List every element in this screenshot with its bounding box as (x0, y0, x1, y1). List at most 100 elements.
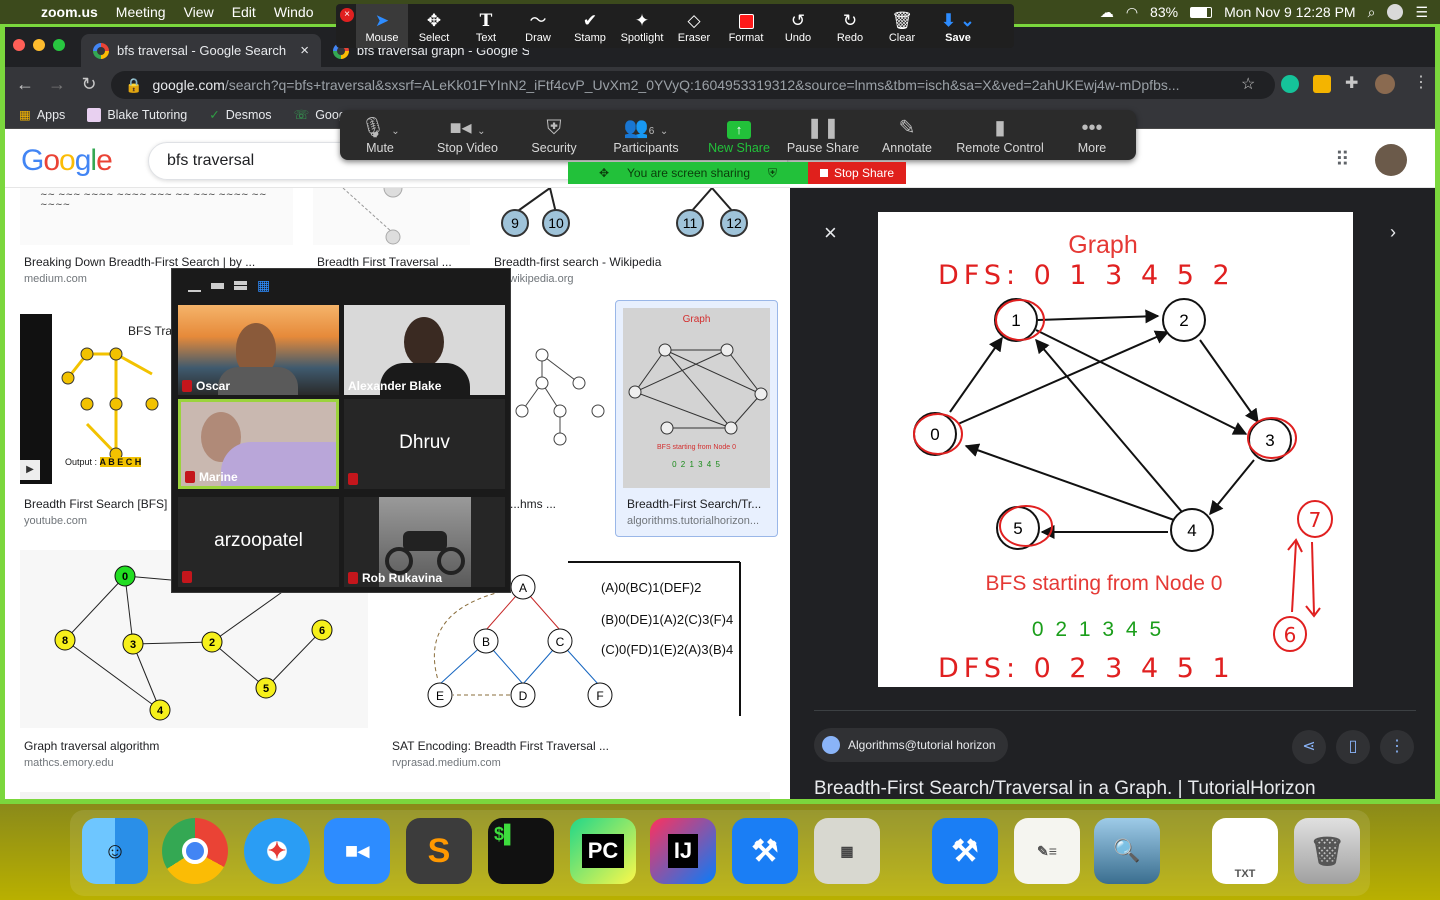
bookmark-icon[interactable]: ▯ (1336, 730, 1370, 764)
video-tile-dhruv[interactable]: Dhruv (344, 399, 505, 489)
result-image-youtube[interactable]: BFS Tra Output : A B E C H ▶ (20, 314, 175, 484)
tool-spotlight[interactable]: ✦ Spotlight (616, 4, 668, 48)
video-tile-oscar[interactable]: Oscar (178, 305, 339, 395)
tool-undo[interactable]: ↺ Undo (772, 4, 824, 48)
mute-button[interactable]: 🎙 ⌄ Mute (340, 110, 420, 160)
remote-control-button[interactable]: ▮ Remote Control (947, 110, 1053, 160)
zoom-window-icon[interactable] (53, 39, 65, 51)
bookmark-blake-tutoring[interactable]: Blake Tutoring (87, 107, 187, 122)
bookmark-star-icon[interactable]: ☆ (1241, 74, 1255, 94)
play-icon[interactable]: ▶ (20, 460, 40, 480)
minimize-window-icon[interactable] (33, 39, 45, 51)
result-image-bft[interactable] (313, 188, 470, 245)
tool-clear[interactable]: 🗑 Clear (876, 4, 928, 48)
stop-share-button[interactable]: Stop Share (808, 162, 906, 184)
tool-save[interactable]: ⬇ ⌄ Save (928, 4, 988, 48)
result-image-wikipedia[interactable]: 9 10 11 12 (490, 188, 770, 245)
share-icon[interactable]: ⋖ (1292, 730, 1326, 764)
stop-video-button[interactable]: ■◂ ⌄ Stop Video (420, 110, 515, 160)
trash-icon[interactable]: 🗑 (1294, 818, 1360, 884)
tool-text[interactable]: T Text (460, 4, 512, 48)
menubar-clock[interactable]: Mon Nov 9 12:28 PM (1224, 4, 1356, 20)
pycharm-icon[interactable]: PC (570, 818, 636, 884)
wifi-icon[interactable]: ◠ (1126, 4, 1138, 21)
tool-format[interactable]: Format (720, 4, 772, 48)
chrome-menu-icon[interactable]: ⋮ (1413, 72, 1429, 92)
extension-icon[interactable] (1313, 75, 1331, 93)
menu-view[interactable]: View (175, 4, 223, 20)
zoom-icon[interactable]: ■◂ (324, 818, 390, 884)
result-title[interactable]: SAT Encoding: Breadth First Traversal ..… (392, 739, 767, 753)
sharing-status[interactable]: ✥ You are screen sharing ⛨ (568, 162, 808, 184)
hide-video-icon[interactable] (211, 282, 224, 289)
result-title[interactable]: Breadth First Traversal ... (317, 255, 467, 269)
result-card-selected[interactable]: Graph BFS starting from Node 0 0 2 1 3 4… (615, 300, 778, 537)
bookmark-google[interactable]: ☏ Goog (294, 107, 346, 123)
tool-mouse[interactable]: ➤ Mouse (356, 4, 408, 48)
spotlight-search-icon[interactable]: ⌕ (1368, 4, 1376, 21)
result-title[interactable]: Breaking Down Breadth-First Search | by … (24, 255, 289, 269)
participants-button[interactable]: 👥6 ⌄ Participants (593, 110, 699, 160)
video-tile-marine[interactable]: Marine (178, 399, 339, 489)
more-options-icon[interactable]: ⋮ (1380, 730, 1414, 764)
back-icon[interactable]: ← (9, 74, 41, 95)
tab-bfs-traversal[interactable]: bfs traversal - Google Search × (81, 34, 321, 67)
finder-icon[interactable]: ☺ (82, 818, 148, 884)
sublime-icon[interactable]: S (406, 818, 472, 884)
result-title[interactable]: ...hms ... (510, 497, 600, 511)
xcode-icon-2[interactable]: ⚒ (932, 818, 998, 884)
pause-share-button[interactable]: ❚❚ Pause Share (779, 110, 867, 160)
puzzle-extensions-icon[interactable]: ✚ (1345, 73, 1358, 93)
menu-meeting[interactable]: Meeting (107, 4, 175, 20)
close-window-icon[interactable] (13, 39, 25, 51)
video-tile-arzoopatel[interactable]: arzoopatel (178, 497, 339, 587)
result-title[interactable]: Breadth-first search - Wikipedia (494, 255, 764, 269)
tool-draw[interactable]: 〜 Draw (512, 4, 564, 48)
video-gallery[interactable]: ▦ Oscar Alexander Blake Marine Dhruv arz… (171, 268, 511, 593)
tool-eraser[interactable]: ◇ Eraser (668, 4, 720, 48)
reload-icon[interactable]: ↻ (73, 74, 105, 95)
drag-handle-icon[interactable]: ✥ (599, 166, 609, 180)
cloud-upload-icon[interactable]: ☁ (1100, 4, 1114, 21)
speaker-view-icon[interactable] (234, 281, 247, 290)
chrome-icon[interactable] (162, 818, 228, 884)
preview-image[interactable]: Graph DFS: 0 1 3 4 5 2 1 2 0 3 4 5 BFS s… (878, 212, 1353, 687)
tool-redo[interactable]: ↻ Redo (824, 4, 876, 48)
security-button[interactable]: ⛨ Security (515, 110, 593, 160)
result-title[interactable]: Breadth-First Search/Tr... (627, 497, 772, 511)
intellij-icon[interactable]: IJ (650, 818, 716, 884)
video-tile-rob-rukavina[interactable]: Rob Rukavina (344, 497, 505, 587)
calculator-icon[interactable]: ▦ (814, 818, 880, 884)
notification-center-icon[interactable]: ☰ (1415, 4, 1428, 21)
bookmark-apps[interactable]: ▦ Apps (19, 107, 65, 123)
menu-window[interactable]: Windo (265, 4, 323, 20)
next-image-icon[interactable]: › (1390, 222, 1396, 243)
battery-icon[interactable] (1190, 6, 1213, 18)
close-preview-icon[interactable]: × (824, 220, 837, 246)
google-logo[interactable]: Google (21, 144, 113, 178)
result-title[interactable]: Graph traversal algorithm (24, 739, 364, 753)
safari-icon[interactable]: ✦ (244, 818, 310, 884)
close-annotation-icon[interactable]: × (340, 8, 354, 22)
menu-app-name[interactable]: zoom.us (32, 4, 107, 20)
google-account-avatar[interactable] (1375, 144, 1407, 176)
xcode-icon[interactable]: ⚒ (732, 818, 798, 884)
terminal-icon[interactable]: $▌ (488, 818, 554, 884)
result-image-tutorialhorizon[interactable]: Graph BFS starting from Node 0 0 2 1 3 4… (623, 308, 770, 488)
preview-caption[interactable]: Breadth-First Search/Traversal in a Grap… (814, 778, 1316, 800)
google-apps-icon[interactable]: ⠿ (1335, 147, 1350, 172)
forward-icon[interactable]: → (41, 74, 73, 95)
result-image-medium[interactable]: ~~ ~~~ ~~~~ ~~~~ ~~~ ~~ ~~~ ~~~~ ~~ ~~~~ (20, 188, 293, 245)
gallery-view-icon[interactable]: ▦ (257, 277, 270, 294)
txt-file-icon[interactable]: TXT (1212, 818, 1278, 884)
tool-select[interactable]: ✥ Select (408, 4, 460, 48)
annotate-button[interactable]: ✎ Annotate (867, 110, 947, 160)
video-tile-alexander-blake[interactable]: Alexander Blake (344, 305, 505, 395)
minimize-gallery-icon[interactable] (188, 289, 201, 292)
preview-icon[interactable]: 🔍 (1094, 818, 1160, 884)
profile-avatar[interactable] (1375, 74, 1395, 94)
address-bar[interactable]: 🔒 google.com /search?q=bfs+traversal&sxs… (111, 71, 1275, 99)
menu-edit[interactable]: Edit (223, 4, 265, 20)
tool-stamp[interactable]: ✔ Stamp (564, 4, 616, 48)
grammarly-extension-icon[interactable] (1281, 75, 1299, 93)
